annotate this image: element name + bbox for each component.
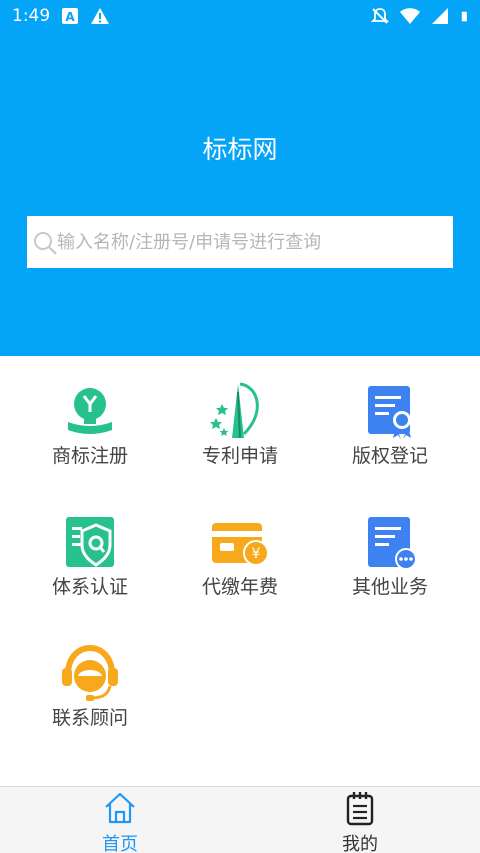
tab-home[interactable]: 首页 [0, 787, 240, 853]
svg-text:A: A [65, 10, 75, 24]
battery-icon [461, 11, 467, 22]
search-icon [34, 232, 57, 255]
search-input[interactable] [57, 216, 447, 268]
bottom-tab-bar: 首页 我的 [0, 786, 480, 853]
service-label: 体系认证 [51, 576, 128, 598]
header-banner: 标标网 [0, 32, 480, 356]
service-patent-application[interactable]: 专利申请 [160, 356, 320, 486]
home-icon [105, 792, 135, 824]
tab-home-label: 首页 [102, 834, 138, 853]
warning-icon [91, 8, 109, 24]
service-annual-fee-payment[interactable]: ¥ 代缴年费 [160, 487, 320, 617]
patent-icon [210, 382, 259, 439]
profile-notebook-icon [346, 792, 374, 826]
wifi-icon [400, 8, 420, 24]
service-label: 版权登记 [351, 445, 428, 467]
app-title: 标标网 [202, 135, 278, 164]
service-label: 商标注册 [51, 445, 128, 467]
signal-icon [432, 8, 448, 24]
service-label: 专利申请 [201, 445, 278, 467]
search-box[interactable] [27, 216, 453, 268]
service-label: 联系顾问 [51, 707, 128, 729]
status-time: 1:49 [12, 6, 51, 26]
service-copyright-registration[interactable]: 版权登记 [310, 356, 470, 486]
certification-icon [66, 517, 114, 567]
consultant-icon [62, 644, 118, 701]
service-contact-consultant[interactable]: 联系顾问 [10, 618, 170, 748]
mute-icon [370, 8, 390, 24]
tab-mine[interactable]: 我的 [240, 787, 480, 853]
service-label: 其他业务 [351, 576, 428, 598]
service-system-certification[interactable]: 体系认证 [10, 487, 170, 617]
annual-fee-icon: ¥ [212, 523, 269, 566]
svg-text:¥: ¥ [252, 546, 261, 562]
tab-mine-label: 我的 [342, 834, 378, 853]
service-label: 代缴年费 [201, 576, 278, 598]
other-business-icon [368, 517, 417, 570]
service-other-business[interactable]: 其他业务 [310, 487, 470, 617]
copyright-icon [368, 386, 411, 439]
service-grid: 商标注册 专利申请 版权登记 体系认证 ¥ 代缴年费 其他业务 联系顾问 [0, 356, 480, 786]
status-bar: 1:49 A [0, 0, 480, 32]
service-trademark-registration[interactable]: 商标注册 [10, 356, 170, 486]
trademark-icon [68, 388, 112, 434]
notification-a-icon: A [62, 8, 78, 24]
